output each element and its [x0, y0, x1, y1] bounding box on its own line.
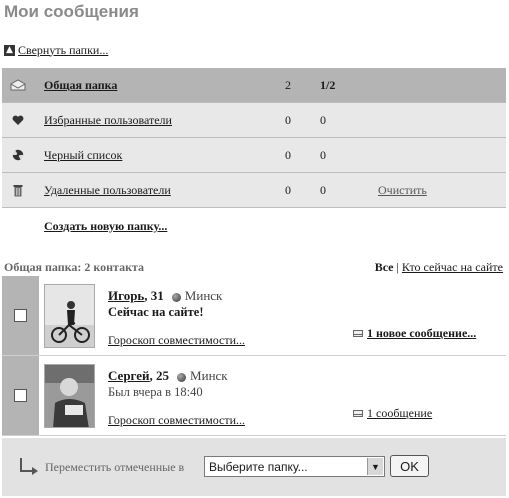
- folder-unread-count: 0: [320, 112, 326, 127]
- collapse-folders[interactable]: ▲ Свернуть папки...: [4, 42, 108, 58]
- heart-icon: [10, 112, 26, 128]
- contact-name-line: Игорь, 31 Минск: [108, 288, 222, 304]
- folder-list: Общая папка 2 1/2 Избранные пользователи…: [2, 68, 506, 208]
- trash-icon: [10, 182, 26, 198]
- globe-icon: [171, 292, 181, 302]
- clear-folder-link[interactable]: Очистить: [378, 183, 427, 198]
- contact-city: Минск: [190, 368, 228, 383]
- contact-select-cell: [2, 276, 39, 355]
- move-label: Переместить отмеченные в: [45, 460, 185, 474]
- folder-row-deleted[interactable]: Удаленные пользователи 0 0 Очистить: [2, 173, 506, 208]
- folder-row-favorites[interactable]: Избранные пользователи 0 0: [2, 103, 506, 138]
- folder-row-blacklist[interactable]: Черный список 0 0: [2, 138, 506, 173]
- folder-row-general[interactable]: Общая папка 2 1/2: [2, 68, 506, 103]
- contact-list-header: Общая папка: 2 контакта Все | Кто сейчас…: [4, 260, 503, 276]
- contact-status: Сейчас на сайте!: [108, 305, 204, 319]
- arrow-up-icon: ▲: [4, 44, 15, 56]
- contact-row: Игорь, 31 Минск Сейчас на сайте! Гороскоп…: [2, 276, 506, 356]
- envelope-icon: [353, 410, 363, 417]
- folder-count: 2: [285, 77, 291, 92]
- folder-name[interactable]: Общая папка: [44, 78, 117, 93]
- filter-separator: |: [396, 260, 399, 274]
- envelope-open-icon: [10, 77, 26, 93]
- contact-messages: 1 сообщение: [353, 406, 432, 421]
- move-selected-bar: Переместить отмеченные в Выберите папку.…: [2, 438, 506, 496]
- filter-links: Все | Кто сейчас на сайте: [375, 260, 503, 275]
- contact-select-cell: [2, 356, 39, 435]
- folder-unread-count: 1/2: [320, 77, 336, 92]
- folder-count: 0: [285, 112, 291, 127]
- folder-name[interactable]: Избранные пользователи: [44, 113, 172, 128]
- folder-summary: Общая папка: 2 контакта: [4, 260, 145, 274]
- folder-count: 0: [285, 182, 291, 197]
- contact-list: Игорь, 31 Минск Сейчас на сайте! Гороскоп…: [2, 276, 506, 436]
- contact-name-link[interactable]: Сергей: [108, 368, 150, 383]
- collapse-folders-link[interactable]: Свернуть папки...: [18, 43, 108, 58]
- chevron-down-icon[interactable]: ▼: [367, 458, 383, 475]
- arrow-turn-right-icon: [20, 458, 38, 475]
- page-title: Мои сообщения: [4, 2, 139, 21]
- avatar[interactable]: [44, 284, 95, 348]
- contact-status: Был вчера в 18:40: [108, 385, 203, 399]
- filter-all[interactable]: Все: [375, 260, 394, 274]
- folder-unread-count: 0: [320, 182, 326, 197]
- messages-link[interactable]: 1 сообщение: [367, 406, 432, 421]
- folder-select-value: Выберите папку...: [209, 459, 308, 474]
- messages-link[interactable]: 1 новое сообщение...: [367, 326, 476, 341]
- horoscope-link[interactable]: Гороскоп совместимости...: [108, 333, 245, 348]
- contact-name-line: Сергей, 25 Минск: [108, 368, 228, 384]
- folder-name[interactable]: Черный список: [44, 148, 122, 163]
- contact-checkbox[interactable]: [14, 309, 27, 322]
- contact-checkbox[interactable]: [14, 389, 27, 402]
- contact-row: Сергей, 25 Минск Был вчера в 18:40 Гороск…: [2, 356, 506, 436]
- folder-name[interactable]: Удаленные пользователи: [44, 183, 171, 198]
- envelope-icon: [353, 330, 363, 337]
- contact-city: Минск: [184, 288, 223, 303]
- contact-name-link[interactable]: Игорь: [108, 288, 144, 303]
- contact-messages: 1 новое сообщение...: [353, 326, 476, 341]
- contact-age: , 31: [144, 288, 164, 303]
- filter-online-link[interactable]: Кто сейчас на сайте: [402, 260, 503, 274]
- avatar[interactable]: [44, 364, 95, 428]
- contact-age: , 25: [149, 368, 170, 383]
- create-folder-link[interactable]: Создать новую папку...: [44, 219, 167, 234]
- horoscope-link[interactable]: Гороскоп совместимости...: [108, 413, 245, 428]
- folder-select[interactable]: Выберите папку... ▼: [204, 456, 385, 477]
- folder-unread-count: 0: [320, 147, 326, 162]
- ok-button[interactable]: OK: [390, 455, 429, 477]
- folder-count: 0: [285, 147, 291, 162]
- radiation-icon: [10, 147, 26, 163]
- globe-icon: [177, 372, 187, 382]
